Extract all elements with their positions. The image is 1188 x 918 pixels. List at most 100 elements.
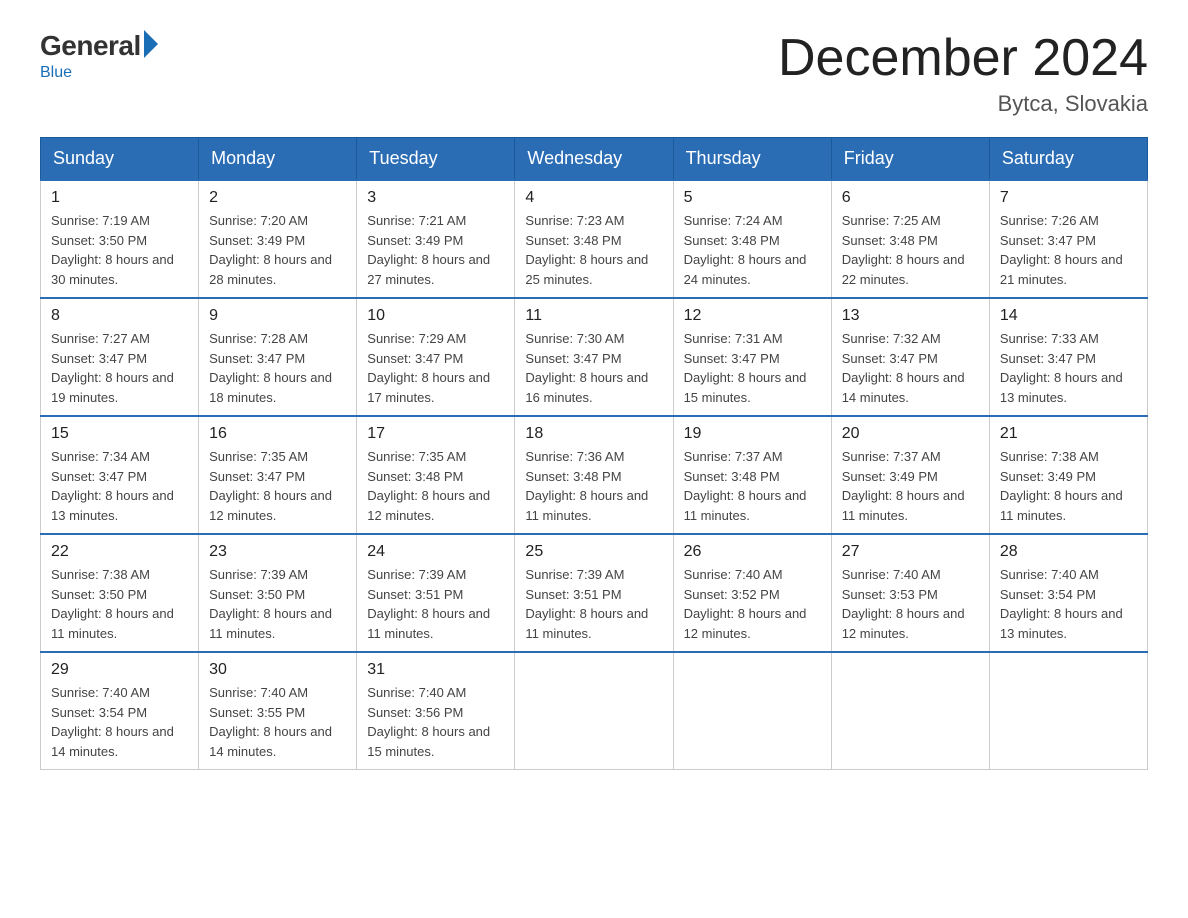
calendar-cell: 24 Sunrise: 7:39 AMSunset: 3:51 PMDaylig…	[357, 534, 515, 652]
day-number: 24	[367, 543, 504, 561]
day-number: 17	[367, 425, 504, 443]
logo-triangle-icon	[144, 30, 158, 58]
day-info: Sunrise: 7:34 AMSunset: 3:47 PMDaylight:…	[51, 447, 188, 525]
calendar-week-row: 29 Sunrise: 7:40 AMSunset: 3:54 PMDaylig…	[41, 652, 1148, 770]
day-number: 31	[367, 661, 504, 679]
calendar-cell: 1 Sunrise: 7:19 AMSunset: 3:50 PMDayligh…	[41, 180, 199, 298]
calendar-cell: 29 Sunrise: 7:40 AMSunset: 3:54 PMDaylig…	[41, 652, 199, 770]
weekday-header-sunday: Sunday	[41, 138, 199, 181]
day-number: 20	[842, 425, 979, 443]
calendar-cell: 15 Sunrise: 7:34 AMSunset: 3:47 PMDaylig…	[41, 416, 199, 534]
day-info: Sunrise: 7:40 AMSunset: 3:53 PMDaylight:…	[842, 565, 979, 643]
calendar-cell: 9 Sunrise: 7:28 AMSunset: 3:47 PMDayligh…	[199, 298, 357, 416]
page-header: General Blue December 2024 Bytca, Slovak…	[40, 30, 1148, 117]
calendar-cell: 8 Sunrise: 7:27 AMSunset: 3:47 PMDayligh…	[41, 298, 199, 416]
calendar-cell: 6 Sunrise: 7:25 AMSunset: 3:48 PMDayligh…	[831, 180, 989, 298]
calendar-cell: 19 Sunrise: 7:37 AMSunset: 3:48 PMDaylig…	[673, 416, 831, 534]
calendar-cell: 2 Sunrise: 7:20 AMSunset: 3:49 PMDayligh…	[199, 180, 357, 298]
day-info: Sunrise: 7:26 AMSunset: 3:47 PMDaylight:…	[1000, 211, 1137, 289]
calendar-cell: 5 Sunrise: 7:24 AMSunset: 3:48 PMDayligh…	[673, 180, 831, 298]
calendar-cell: 16 Sunrise: 7:35 AMSunset: 3:47 PMDaylig…	[199, 416, 357, 534]
calendar-cell: 7 Sunrise: 7:26 AMSunset: 3:47 PMDayligh…	[989, 180, 1147, 298]
logo: General Blue	[40, 30, 158, 82]
calendar-cell: 18 Sunrise: 7:36 AMSunset: 3:48 PMDaylig…	[515, 416, 673, 534]
month-title: December 2024	[778, 30, 1148, 87]
day-number: 2	[209, 189, 346, 207]
calendar-cell: 11 Sunrise: 7:30 AMSunset: 3:47 PMDaylig…	[515, 298, 673, 416]
day-number: 19	[684, 425, 821, 443]
logo-general-text: General	[40, 30, 141, 62]
day-info: Sunrise: 7:40 AMSunset: 3:52 PMDaylight:…	[684, 565, 821, 643]
calendar-cell: 20 Sunrise: 7:37 AMSunset: 3:49 PMDaylig…	[831, 416, 989, 534]
day-number: 29	[51, 661, 188, 679]
day-number: 9	[209, 307, 346, 325]
day-info: Sunrise: 7:37 AMSunset: 3:49 PMDaylight:…	[842, 447, 979, 525]
day-info: Sunrise: 7:33 AMSunset: 3:47 PMDaylight:…	[1000, 329, 1137, 407]
calendar-cell: 14 Sunrise: 7:33 AMSunset: 3:47 PMDaylig…	[989, 298, 1147, 416]
calendar-cell: 21 Sunrise: 7:38 AMSunset: 3:49 PMDaylig…	[989, 416, 1147, 534]
day-number: 23	[209, 543, 346, 561]
calendar-week-row: 22 Sunrise: 7:38 AMSunset: 3:50 PMDaylig…	[41, 534, 1148, 652]
day-info: Sunrise: 7:29 AMSunset: 3:47 PMDaylight:…	[367, 329, 504, 407]
day-number: 16	[209, 425, 346, 443]
day-info: Sunrise: 7:30 AMSunset: 3:47 PMDaylight:…	[525, 329, 662, 407]
day-info: Sunrise: 7:36 AMSunset: 3:48 PMDaylight:…	[525, 447, 662, 525]
day-number: 15	[51, 425, 188, 443]
day-info: Sunrise: 7:38 AMSunset: 3:49 PMDaylight:…	[1000, 447, 1137, 525]
calendar-cell: 30 Sunrise: 7:40 AMSunset: 3:55 PMDaylig…	[199, 652, 357, 770]
day-number: 8	[51, 307, 188, 325]
day-number: 25	[525, 543, 662, 561]
day-number: 26	[684, 543, 821, 561]
day-number: 22	[51, 543, 188, 561]
day-number: 5	[684, 189, 821, 207]
calendar-cell: 23 Sunrise: 7:39 AMSunset: 3:50 PMDaylig…	[199, 534, 357, 652]
calendar-cell	[831, 652, 989, 770]
weekday-header-thursday: Thursday	[673, 138, 831, 181]
location-text: Bytca, Slovakia	[778, 91, 1148, 117]
day-info: Sunrise: 7:35 AMSunset: 3:47 PMDaylight:…	[209, 447, 346, 525]
day-number: 27	[842, 543, 979, 561]
weekday-header-saturday: Saturday	[989, 138, 1147, 181]
day-info: Sunrise: 7:21 AMSunset: 3:49 PMDaylight:…	[367, 211, 504, 289]
day-info: Sunrise: 7:20 AMSunset: 3:49 PMDaylight:…	[209, 211, 346, 289]
day-number: 4	[525, 189, 662, 207]
calendar-cell: 12 Sunrise: 7:31 AMSunset: 3:47 PMDaylig…	[673, 298, 831, 416]
calendar-header-row: SundayMondayTuesdayWednesdayThursdayFrid…	[41, 138, 1148, 181]
calendar-week-row: 1 Sunrise: 7:19 AMSunset: 3:50 PMDayligh…	[41, 180, 1148, 298]
calendar-cell: 28 Sunrise: 7:40 AMSunset: 3:54 PMDaylig…	[989, 534, 1147, 652]
calendar-cell: 3 Sunrise: 7:21 AMSunset: 3:49 PMDayligh…	[357, 180, 515, 298]
day-number: 1	[51, 189, 188, 207]
weekday-header-tuesday: Tuesday	[357, 138, 515, 181]
day-number: 7	[1000, 189, 1137, 207]
day-number: 28	[1000, 543, 1137, 561]
day-info: Sunrise: 7:37 AMSunset: 3:48 PMDaylight:…	[684, 447, 821, 525]
day-info: Sunrise: 7:39 AMSunset: 3:50 PMDaylight:…	[209, 565, 346, 643]
calendar-cell: 4 Sunrise: 7:23 AMSunset: 3:48 PMDayligh…	[515, 180, 673, 298]
day-info: Sunrise: 7:35 AMSunset: 3:48 PMDaylight:…	[367, 447, 504, 525]
calendar-cell	[989, 652, 1147, 770]
calendar-cell	[515, 652, 673, 770]
day-info: Sunrise: 7:23 AMSunset: 3:48 PMDaylight:…	[525, 211, 662, 289]
day-info: Sunrise: 7:32 AMSunset: 3:47 PMDaylight:…	[842, 329, 979, 407]
calendar-table: SundayMondayTuesdayWednesdayThursdayFrid…	[40, 137, 1148, 770]
day-info: Sunrise: 7:38 AMSunset: 3:50 PMDaylight:…	[51, 565, 188, 643]
calendar-cell: 27 Sunrise: 7:40 AMSunset: 3:53 PMDaylig…	[831, 534, 989, 652]
day-info: Sunrise: 7:40 AMSunset: 3:54 PMDaylight:…	[51, 683, 188, 761]
calendar-cell: 17 Sunrise: 7:35 AMSunset: 3:48 PMDaylig…	[357, 416, 515, 534]
day-number: 3	[367, 189, 504, 207]
day-info: Sunrise: 7:31 AMSunset: 3:47 PMDaylight:…	[684, 329, 821, 407]
calendar-week-row: 15 Sunrise: 7:34 AMSunset: 3:47 PMDaylig…	[41, 416, 1148, 534]
calendar-cell: 13 Sunrise: 7:32 AMSunset: 3:47 PMDaylig…	[831, 298, 989, 416]
day-number: 14	[1000, 307, 1137, 325]
day-info: Sunrise: 7:19 AMSunset: 3:50 PMDaylight:…	[51, 211, 188, 289]
calendar-cell: 25 Sunrise: 7:39 AMSunset: 3:51 PMDaylig…	[515, 534, 673, 652]
logo-blue-text: Blue	[40, 64, 72, 82]
day-number: 30	[209, 661, 346, 679]
calendar-cell: 31 Sunrise: 7:40 AMSunset: 3:56 PMDaylig…	[357, 652, 515, 770]
day-info: Sunrise: 7:40 AMSunset: 3:56 PMDaylight:…	[367, 683, 504, 761]
weekday-header-monday: Monday	[199, 138, 357, 181]
day-info: Sunrise: 7:39 AMSunset: 3:51 PMDaylight:…	[367, 565, 504, 643]
weekday-header-friday: Friday	[831, 138, 989, 181]
day-info: Sunrise: 7:40 AMSunset: 3:54 PMDaylight:…	[1000, 565, 1137, 643]
day-number: 12	[684, 307, 821, 325]
